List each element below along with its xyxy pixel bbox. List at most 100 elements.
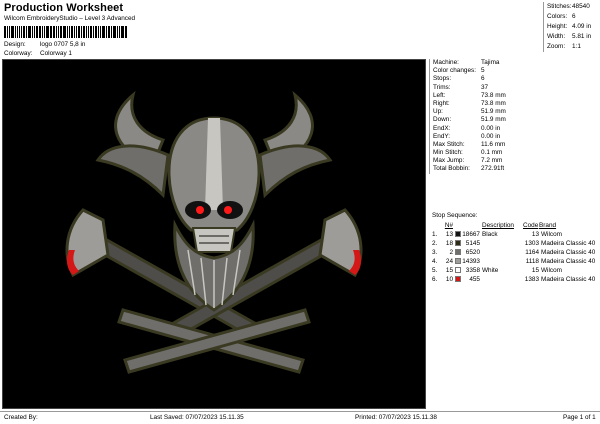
thread-brand: Madeira Classic 40 [541,249,596,256]
machine-info-row: Right: 73.8 mm [430,100,600,108]
right-eye [224,206,232,214]
stat-label: Stitches: [547,3,572,10]
needle-number: 13 [445,231,453,238]
swatch-cell: 14393 [453,257,482,266]
machine-info-label: Total Bobbin: [433,165,470,173]
machine-info-label: Up: [433,108,443,116]
machine-info-label: Stops: [433,75,452,83]
skull-jaw [191,227,237,253]
machine-info-label: Right: [433,99,450,107]
thread-description: White [482,267,499,274]
machine-info-label: Trims: [433,83,451,91]
thread-description [482,248,523,257]
col-code: Code [523,222,539,229]
thread-code: 13 [531,231,539,238]
machine-info-row: Total Bobbin: 272.91ft [430,165,600,173]
stop-sequence-row: 5. 15 3358 White 15 Wilcom [432,266,600,275]
stitch-count: 3358 [465,267,480,274]
machine-info-row: Trims: 37 [430,84,600,92]
swatch-cell: 3358 [453,266,482,275]
col-description: Description [482,222,514,229]
thread-brand: Wilcom [541,231,562,238]
design-label: Design: [4,41,26,48]
machine-info-row: EndY: 0.00 in [430,133,600,141]
colorway-value: Colorway 1 [40,50,72,57]
stat-value: 1:1 [572,43,581,50]
stitch-count: 5145 [465,240,480,247]
thread-description [482,239,523,248]
stop-sequence-title: Stop Sequence: [432,212,478,219]
machine-info-label: Machine: [433,59,459,66]
footer-printed: Printed: 07/07/2023 15.11.38 [355,414,437,421]
machine-info-value: 51.9 mm [481,116,506,124]
design-value: logo 0707 5,8 in [40,41,86,48]
col-swatch [453,221,482,230]
machine-info-row: EndX: 0.00 in [430,125,600,133]
machine-info-label: Left: [433,91,446,99]
thread-brand: Madeira Classic 40 [541,258,596,265]
footer-created-by: Created By: [4,414,38,421]
machine-info-panel: Machine: Tajima Color changes: 5 Stops: 6 Trim… [429,59,600,174]
machine-info-label: Down: [433,116,452,124]
thread-brand: Wilcom [541,267,562,274]
thread-code: 1383 [524,276,539,283]
machine-info-value: 7.2 mm [481,157,503,165]
stop-sequence-row: 1. 13 18667 Black 13 Wilcom [432,230,600,239]
needle-number: 18 [445,240,453,247]
machine-info-value: 0.00 in [481,132,501,140]
machine-info-value: 73.8 mm [481,91,506,99]
page-title: Production Worksheet [4,2,124,14]
machine-info-value: 11.6 mm [481,140,506,148]
thread-description [482,275,523,284]
needle-number: 2 [449,249,453,256]
machine-info-row: Left: 73.8 mm [430,92,600,100]
stop-number: 6. [432,276,438,283]
stat-row: Stitches: 48540 [544,2,600,12]
top-stats: Stitches: 48540 Colors: 6 Height: 4.09 in W… [543,2,600,52]
machine-info-label: Min Stitch: [433,149,463,157]
thread-code: 1303 [524,240,539,247]
machine-info-value: 0.00 in [481,124,501,132]
stop-number: 3. [432,249,438,256]
swatch-cell: 6520 [453,248,482,257]
machine-info-label: Color changes: [433,67,476,75]
stat-label: Width: [547,33,566,40]
machine-info-row: Min Stitch: 0.1 mm [430,149,600,157]
colorway-label: Colorway: [4,50,33,57]
machine-info-row: Machine: Tajima [430,59,600,67]
stop-sequence-row: 6. 10 455 1383 Madeira Classic 40 [432,275,600,284]
machine-info-row: Max Jump: 7.2 mm [430,157,600,165]
stop-sequence-header: N# Description Code Brand [432,221,600,230]
machine-info-value: 37 [481,83,489,91]
left-eye [196,206,204,214]
stat-label: Colors: [547,13,568,20]
stop-number: 1. [432,231,438,238]
thread-description: Black [482,231,498,238]
stat-value: 5.81 in [572,33,592,40]
thread-code: 1118 [525,258,539,265]
machine-info-value: 51.9 mm [481,108,506,116]
stat-row: Height: 4.09 in [544,22,600,32]
barcode [4,26,128,38]
page-subtitle: Wilcom EmbroideryStudio – Level 3 Advanc… [4,15,136,22]
swatch-cell: 5145 [453,239,482,248]
stop-sequence-row: 4. 24 14393 1118 Madeira Classic 40 [432,257,600,266]
stop-sequence-row: 3. 2 6520 1164 Madeira Classic 40 [432,248,600,257]
stat-value: 6 [572,13,576,20]
machine-info-row: Max Stitch: 11.6 mm [430,141,600,149]
stat-row: Colors: 6 [544,12,600,22]
stat-label: Zoom: [547,43,566,50]
stitch-count: 455 [469,276,480,283]
footer: Created By: Last Saved: 07/07/2023 15.11… [0,411,600,424]
stat-value: 48540 [572,3,590,10]
machine-info-row: Down: 51.9 mm [430,116,600,124]
stat-value: 4.09 in [572,23,592,30]
needle-number: 10 [445,276,453,283]
stop-number: 4. [432,258,438,265]
machine-info-value: 0.1 mm [481,149,503,157]
design-row: Design: logo 0707 5,8 in [4,41,85,48]
left-wing [95,144,170,199]
stitch-count: 14393 [462,258,480,265]
machine-info-label: Max Stitch: [433,140,465,148]
stat-label: Height: [547,23,568,30]
